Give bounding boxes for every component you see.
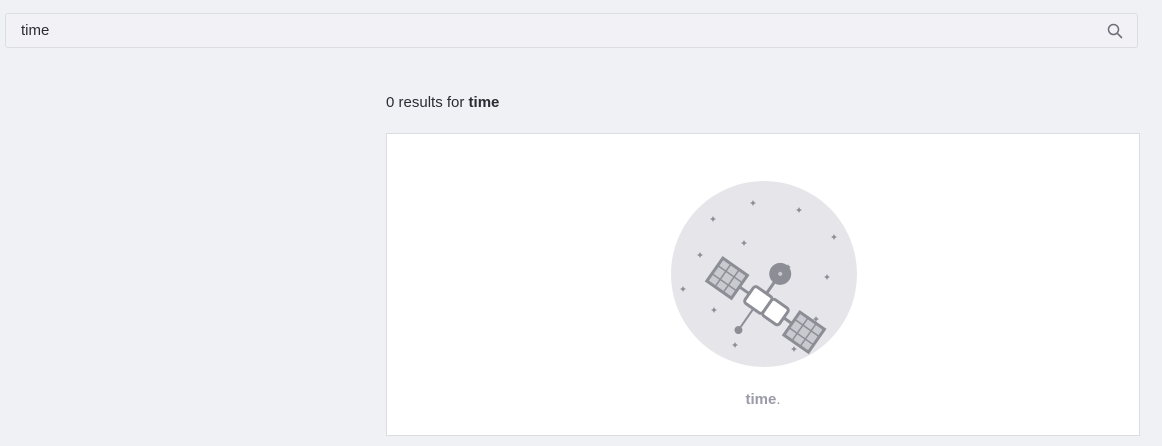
empty-state-suffix: . <box>776 391 781 408</box>
satellite-in-space-illustration <box>671 181 857 367</box>
empty-state-caption: time. <box>387 391 1139 408</box>
search-bar[interactable] <box>5 13 1138 48</box>
results-heading: 0 results for time <box>386 93 499 113</box>
search-icon[interactable] <box>1107 23 1123 39</box>
results-count-text: 0 results for <box>386 94 469 111</box>
search-input[interactable] <box>21 14 1081 47</box>
results-card: time. <box>386 133 1140 436</box>
empty-state-query: time <box>745 391 777 408</box>
results-query: time <box>468 94 500 111</box>
